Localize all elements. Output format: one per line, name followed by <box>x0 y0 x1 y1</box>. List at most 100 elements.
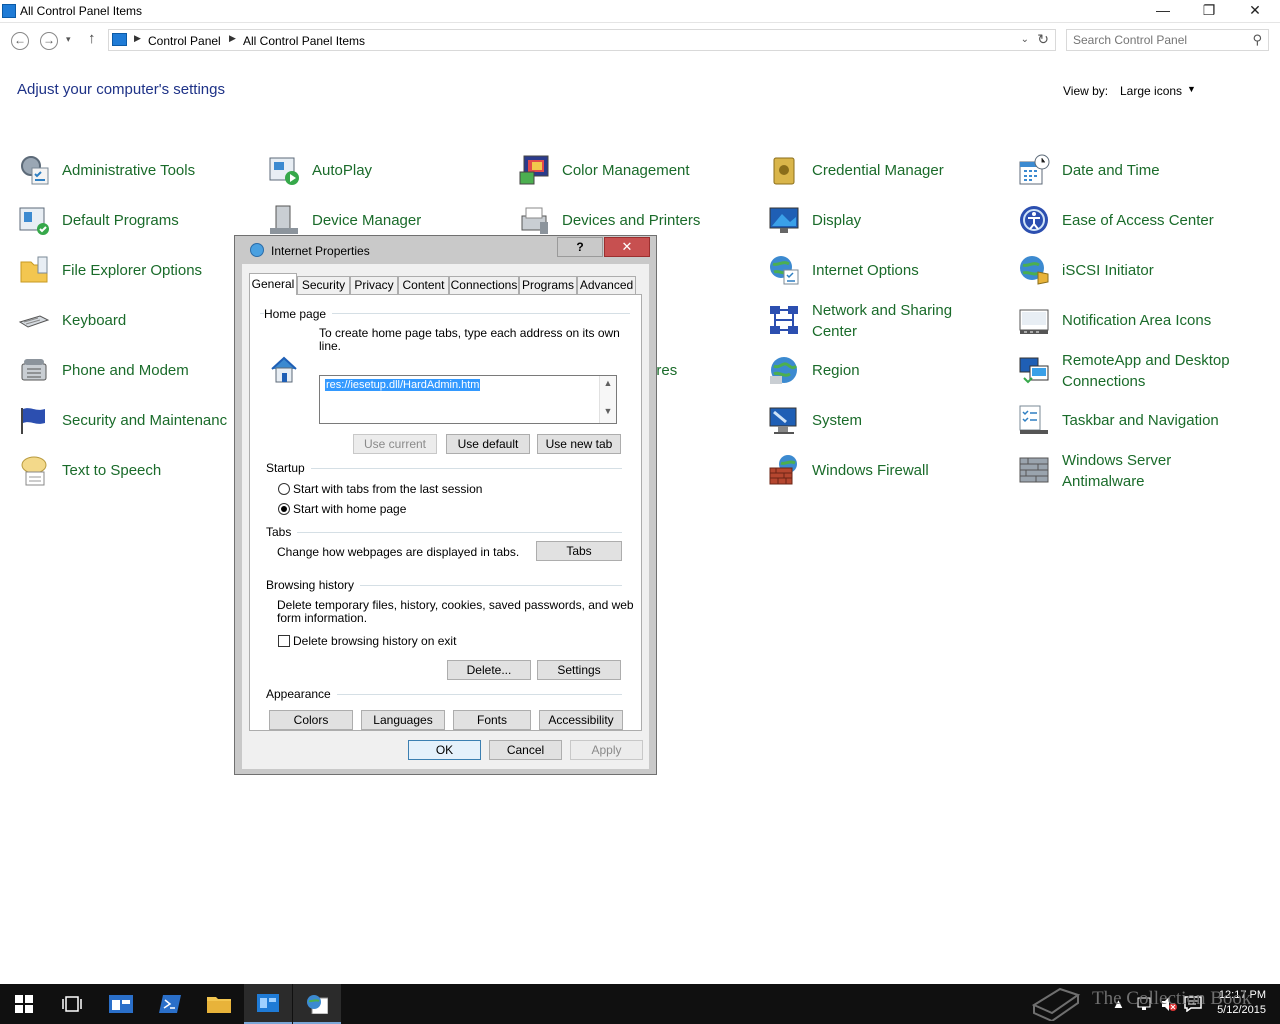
color-management-icon <box>519 155 549 185</box>
view-by-dropdown[interactable]: Large icons <box>1120 84 1182 98</box>
recent-locations-dropdown[interactable]: ▾ <box>66 34 71 45</box>
ease-of-access-icon <box>1020 206 1048 234</box>
cp-item-color-management[interactable]: Color Management <box>518 154 758 200</box>
tabs-settings-button[interactable]: Tabs <box>536 541 622 561</box>
dialog-close-button[interactable]: ✕ <box>604 237 650 257</box>
use-default-button[interactable]: Use default <box>446 434 530 454</box>
cp-item-default-programs[interactable]: Default Programs <box>18 204 258 250</box>
credential-manager-icon <box>773 157 795 185</box>
ok-button[interactable]: OK <box>408 740 481 760</box>
home-page-url-textarea[interactable]: res://iesetup.dll/HardAdmin.htm ▲ ▼ <box>319 375 617 424</box>
task-view-button[interactable] <box>48 984 96 1024</box>
delete-history-on-exit-checkbox[interactable] <box>278 635 290 647</box>
cp-item-windows-firewall[interactable]: Windows Firewall <box>768 454 1008 500</box>
up-button[interactable]: ↑ <box>88 30 96 47</box>
cp-item-credential-manager[interactable]: Credential Manager <box>768 154 1008 200</box>
delete-history-button[interactable]: Delete... <box>447 660 531 680</box>
control-panel-button[interactable] <box>244 984 292 1024</box>
cp-item-phone-modem[interactable]: Phone and Modem <box>18 354 258 400</box>
breadcrumb-chevron-icon[interactable]: ▶ <box>229 33 236 44</box>
cp-item-ease-of-access[interactable]: Ease of Access Center <box>1018 204 1258 250</box>
cp-item-iscsi-initiator[interactable]: iSCSI Initiator <box>1018 254 1258 300</box>
history-settings-button[interactable]: Settings <box>537 660 621 680</box>
back-button[interactable]: ← <box>11 32 29 50</box>
scroll-up-icon[interactable]: ▲ <box>600 378 616 388</box>
tab-programs[interactable]: Programs <box>519 276 577 295</box>
address-dropdown-icon[interactable]: ⌄ <box>1021 34 1029 45</box>
colors-button[interactable]: Colors <box>269 710 353 730</box>
tab-general[interactable]: General <box>249 273 297 295</box>
apply-button[interactable]: Apply <box>570 740 643 760</box>
file-explorer-button[interactable] <box>195 984 243 1024</box>
cp-item-file-explorer-options[interactable]: File Explorer Options <box>18 254 258 300</box>
cp-item-taskbar-navigation[interactable]: Taskbar and Navigation <box>1018 404 1258 450</box>
radio-last-session-label[interactable]: Start with tabs from the last session <box>293 483 482 496</box>
default-programs-icon <box>19 207 49 235</box>
use-current-button[interactable]: Use current <box>353 434 437 454</box>
radio-home-page-label[interactable]: Start with home page <box>293 503 406 516</box>
close-icon: ✕ <box>621 239 633 254</box>
search-input[interactable] <box>1073 31 1243 49</box>
cp-item-windows-server-antimalware[interactable]: Windows Server Antimalware <box>1018 450 1258 496</box>
help-button[interactable]: ? <box>557 237 603 257</box>
refresh-icon[interactable]: ↻ <box>1037 31 1049 48</box>
cp-item-security-maintenance[interactable]: Security and Maintenanc <box>18 404 258 450</box>
cp-item-text-to-speech[interactable]: Text to Speech <box>18 454 258 500</box>
internet-properties-button[interactable] <box>293 984 341 1024</box>
cp-item-system[interactable]: System <box>768 404 1008 450</box>
tab-content[interactable]: Content <box>398 276 449 295</box>
dialog-titlebar[interactable]: Internet Properties ? ✕ <box>235 236 656 264</box>
breadcrumb-chevron-icon[interactable]: ▶ <box>134 33 141 44</box>
cp-item-date-time[interactable]: Date and Time <box>1018 154 1258 200</box>
cp-item-notification-area-icons[interactable]: Notification Area Icons <box>1018 304 1258 350</box>
tab-privacy[interactable]: Privacy <box>350 276 398 295</box>
cp-item-label: Region <box>812 362 860 379</box>
keyboard-icon <box>18 315 50 328</box>
cp-item-region[interactable]: Region <box>768 354 1008 400</box>
view-by-dropdown-arrow-icon[interactable]: ▼ <box>1187 84 1196 94</box>
cp-item-label: Device Manager <box>312 212 422 229</box>
radio-home-page[interactable] <box>278 503 290 515</box>
delete-history-on-exit-label[interactable]: Delete browsing history on exit <box>293 635 456 648</box>
server-manager-button[interactable] <box>97 984 145 1024</box>
search-icon[interactable]: ⚲ <box>1252 32 1262 48</box>
cancel-button[interactable]: Cancel <box>489 740 562 760</box>
textarea-scrollbar[interactable]: ▲ ▼ <box>599 376 616 423</box>
radio-last-session[interactable] <box>278 483 290 495</box>
cp-item-remoteapp[interactable]: RemoteApp and Desktop Connections <box>1018 350 1258 396</box>
tab-security[interactable]: Security <box>297 276 350 295</box>
breadcrumb-all-items[interactable]: All Control Panel Items <box>243 34 365 48</box>
scroll-down-icon[interactable]: ▼ <box>600 406 616 416</box>
windows-logo-icon <box>15 995 33 1013</box>
tab-connections[interactable]: Connections <box>449 276 519 295</box>
cp-item-label: Display <box>812 212 862 229</box>
cp-item-administrative-tools[interactable]: Administrative Tools <box>18 154 258 200</box>
languages-button[interactable]: Languages <box>361 710 445 730</box>
address-bar[interactable]: ▶ Control Panel ▶ All Control Panel Item… <box>108 29 1056 51</box>
cp-item-network-sharing[interactable]: Network and Sharing Center <box>768 300 1008 346</box>
cp-item-label: Default Programs <box>62 212 179 229</box>
minimize-button[interactable]: — <box>1140 0 1186 22</box>
cp-item-keyboard[interactable]: Keyboard <box>18 304 258 350</box>
cp-item-display[interactable]: Display <box>768 204 1008 250</box>
page-title: Adjust your computer's settings <box>17 81 225 98</box>
forward-button[interactable]: → <box>40 32 58 50</box>
minimize-icon: — <box>1156 2 1170 18</box>
start-button[interactable] <box>0 984 48 1024</box>
tabs-description: Change how webpages are displayed in tab… <box>277 545 520 559</box>
close-window-button[interactable]: ✕ <box>1232 0 1278 22</box>
use-new-tab-button[interactable]: Use new tab <box>537 434 621 454</box>
taskbar: ▲ 12:17 PM 5/12/2015 <box>0 984 1280 1024</box>
cp-item-internet-options[interactable]: Internet Options <box>768 254 1008 300</box>
accessibility-button[interactable]: Accessibility <box>539 710 623 730</box>
cp-item-label: File Explorer Options <box>62 262 203 279</box>
fonts-button[interactable]: Fonts <box>453 710 531 730</box>
search-box[interactable]: ⚲ <box>1066 29 1269 51</box>
home-page-url[interactable]: res://iesetup.dll/HardAdmin.htm <box>325 379 481 391</box>
tab-advanced[interactable]: Advanced <box>577 276 636 295</box>
cp-item-autoplay[interactable]: AutoPlay <box>268 154 508 200</box>
breadcrumb-control-panel[interactable]: Control Panel <box>148 34 221 48</box>
restore-button[interactable]: ❐ <box>1186 0 1232 22</box>
powershell-button[interactable] <box>146 984 194 1024</box>
cp-item-label: Internet Options <box>812 262 919 279</box>
